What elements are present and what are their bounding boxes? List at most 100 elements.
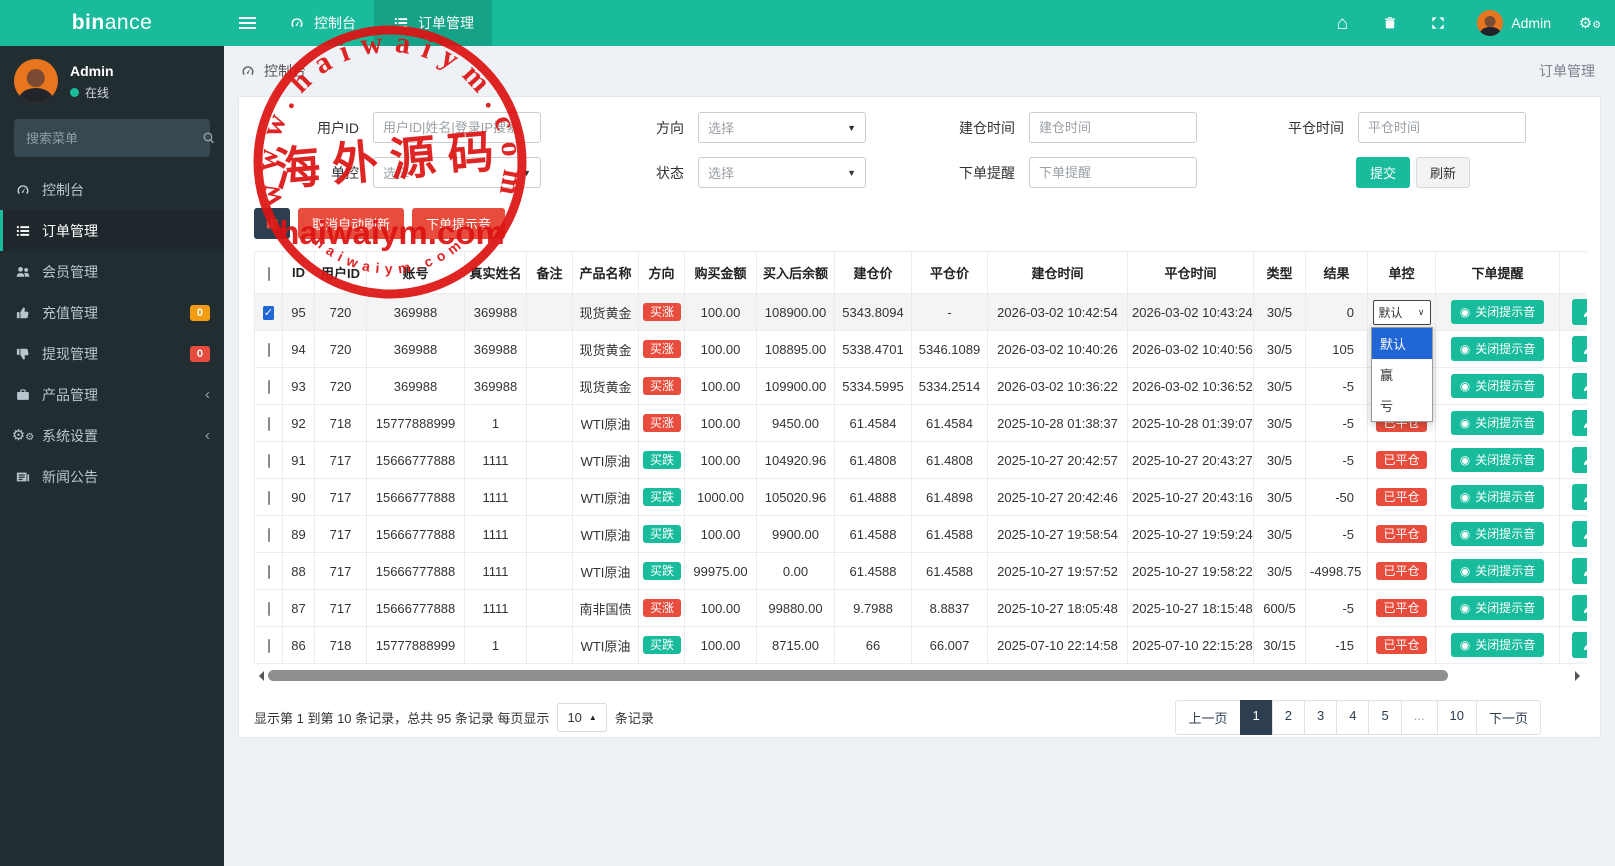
edit-button[interactable] <box>1572 447 1587 473</box>
dropdown-option-默认[interactable]: 默认 <box>1372 328 1432 359</box>
submit-button[interactable]: 提交 <box>1356 157 1411 188</box>
select-all-checkbox[interactable] <box>267 266 270 281</box>
column-header-control[interactable]: 单控 <box>1367 251 1436 294</box>
page-button-3[interactable]: 3 <box>1303 700 1338 735</box>
column-header-name[interactable]: 真实姓名 <box>464 251 527 294</box>
edit-button[interactable] <box>1572 558 1587 584</box>
open-time-input[interactable] <box>1029 112 1197 143</box>
sidebar-item-orders[interactable]: 订单管理 <box>0 210 224 251</box>
status-select[interactable]: 选择 ▼ <box>698 157 866 188</box>
column-header-amount[interactable]: 购买金额 <box>684 251 757 294</box>
dropdown-option-赢[interactable]: 赢 <box>1372 359 1432 390</box>
trash-icon[interactable] <box>1381 14 1399 32</box>
row-checkbox[interactable] <box>267 380 270 394</box>
close-sound-button[interactable]: ◉ 关闭提示音 <box>1450 522 1545 546</box>
sidebar-item-settings[interactable]: ⚙⚙ 系统设置 ‹ <box>0 415 224 456</box>
sidebar-item-products[interactable]: 产品管理 ‹ <box>0 374 224 415</box>
column-header-open_time[interactable]: 建仓时间 <box>987 251 1128 294</box>
row-checkbox[interactable] <box>267 417 270 431</box>
edit-button[interactable] <box>1572 484 1587 510</box>
row-checkbox[interactable] <box>267 343 270 357</box>
close-sound-button[interactable]: ◉ 关闭提示音 <box>1450 300 1545 324</box>
order-sound-button[interactable]: 下单提示音 <box>412 208 506 239</box>
row-checkbox[interactable] <box>267 528 270 542</box>
close-sound-button[interactable]: ◉ 关闭提示音 <box>1450 337 1545 361</box>
column-header-close_price[interactable]: 平仓价 <box>911 251 988 294</box>
search-icon[interactable] <box>202 131 216 145</box>
edit-button[interactable] <box>1572 410 1587 436</box>
navbar-user-menu[interactable]: Admin <box>1477 10 1551 36</box>
prev-page-button[interactable]: 上一页 <box>1175 700 1241 735</box>
cancel-auto-refresh-button[interactable]: 取消自动刷新 <box>298 208 405 239</box>
close-sound-button[interactable]: ◉ 关闭提示音 <box>1450 448 1545 472</box>
sidebar-item-members[interactable]: 会员管理 <box>0 251 224 292</box>
page-button-5[interactable]: 5 <box>1368 700 1402 735</box>
column-header-uid[interactable]: 用户ID <box>314 251 367 294</box>
close-sound-button[interactable]: ◉ 关闭提示音 <box>1450 485 1545 509</box>
sidebar-toggle-button[interactable] <box>224 0 270 46</box>
edit-button[interactable] <box>1572 521 1587 547</box>
next-page-button[interactable]: 下一页 <box>1475 700 1541 735</box>
page-button-2[interactable]: 2 <box>1271 700 1305 735</box>
sidebar-item-withdraw[interactable]: 提现管理 0 <box>0 333 224 374</box>
row-checkbox[interactable] <box>267 491 270 505</box>
column-header-id[interactable]: ID <box>282 251 315 294</box>
close-sound-button[interactable]: ◉ 关闭提示音 <box>1450 559 1545 583</box>
scroll-right-arrow-icon[interactable] <box>1575 671 1585 681</box>
home-icon[interactable]: ⌂ <box>1333 14 1351 33</box>
page-size-dropdown[interactable]: 10 ▲ <box>557 703 607 732</box>
navbar-tab-orders[interactable]: 订单管理 <box>374 0 492 46</box>
row-checkbox[interactable] <box>267 454 270 468</box>
refresh-button[interactable]: 刷新 <box>1416 157 1471 188</box>
edit-button[interactable] <box>1572 632 1587 658</box>
navbar-tab-dashboard[interactable]: 控制台 <box>270 0 374 46</box>
page-button-1[interactable]: 1 <box>1239 700 1273 735</box>
brand-logo[interactable]: binance <box>0 0 224 46</box>
sidebar-item-recharge[interactable]: 充值管理 0 <box>0 292 224 333</box>
edit-button[interactable] <box>1572 595 1587 621</box>
breadcrumb-left[interactable]: 控制台 <box>264 61 306 81</box>
edit-button[interactable] <box>1572 373 1587 399</box>
row-checkbox[interactable] <box>267 602 270 616</box>
column-header-dir[interactable]: 方向 <box>638 251 685 294</box>
column-header-note[interactable]: 备注 <box>526 251 573 294</box>
column-header-type[interactable]: 类型 <box>1253 251 1306 294</box>
row-checkbox[interactable] <box>267 639 270 653</box>
row-checkbox[interactable]: ✓ <box>262 306 275 320</box>
control-select[interactable]: 选择 ▼ <box>373 157 541 188</box>
remind-input[interactable] <box>1029 157 1197 188</box>
control-select[interactable]: 默认 ∨ <box>1372 299 1431 325</box>
column-header-product[interactable]: 产品名称 <box>572 251 639 294</box>
edit-button[interactable] <box>1572 336 1587 362</box>
edit-button[interactable] <box>1572 299 1587 325</box>
cell-product: WTI原油 <box>572 515 639 553</box>
gears-icon[interactable]: ⚙⚙ <box>1579 14 1601 32</box>
column-header-close_time[interactable]: 平仓时间 <box>1127 251 1254 294</box>
close-sound-button[interactable]: ◉ 关闭提示音 <box>1450 411 1545 435</box>
close-time-input[interactable] <box>1358 112 1526 143</box>
close-sound-button[interactable]: ◉ 关闭提示音 <box>1450 374 1545 398</box>
column-header-open_price[interactable]: 建仓价 <box>834 251 912 294</box>
cell-open_price: 61.4888 <box>834 478 912 516</box>
columns-button[interactable] <box>254 208 290 239</box>
dropdown-option-亏[interactable]: 亏 <box>1372 390 1432 421</box>
column-header-balance[interactable]: 买入后余额 <box>756 251 835 294</box>
fullscreen-icon[interactable] <box>1429 14 1447 32</box>
page-button-10[interactable]: 10 <box>1436 700 1477 735</box>
sidebar-item-dashboard[interactable]: 控制台 <box>0 169 224 210</box>
uid-input[interactable] <box>373 112 541 143</box>
sidebar-item-news[interactable]: 新闻公告 <box>0 456 224 497</box>
scrollbar-thumb[interactable] <box>268 670 1448 681</box>
scroll-left-arrow-icon[interactable] <box>254 671 264 681</box>
column-header-account[interactable]: 账号 <box>366 251 465 294</box>
sidebar-search-input[interactable] <box>26 130 202 146</box>
records-summary: 显示第 1 到第 10 条记录，总共 95 条记录 每页显示 10 ▲ 条记录 <box>254 703 654 732</box>
close-sound-button[interactable]: ◉ 关闭提示音 <box>1450 633 1545 657</box>
column-header-result[interactable]: 结果 <box>1305 251 1368 294</box>
close-sound-button[interactable]: ◉ 关闭提示音 <box>1450 596 1545 620</box>
column-header-actions[interactable]: 操作 <box>1559 251 1587 294</box>
row-checkbox[interactable] <box>267 565 270 579</box>
column-header-notify[interactable]: 下单提醒 <box>1435 251 1560 294</box>
page-button-4[interactable]: 4 <box>1336 700 1370 735</box>
direction-select[interactable]: 选择 ▼ <box>698 112 866 143</box>
